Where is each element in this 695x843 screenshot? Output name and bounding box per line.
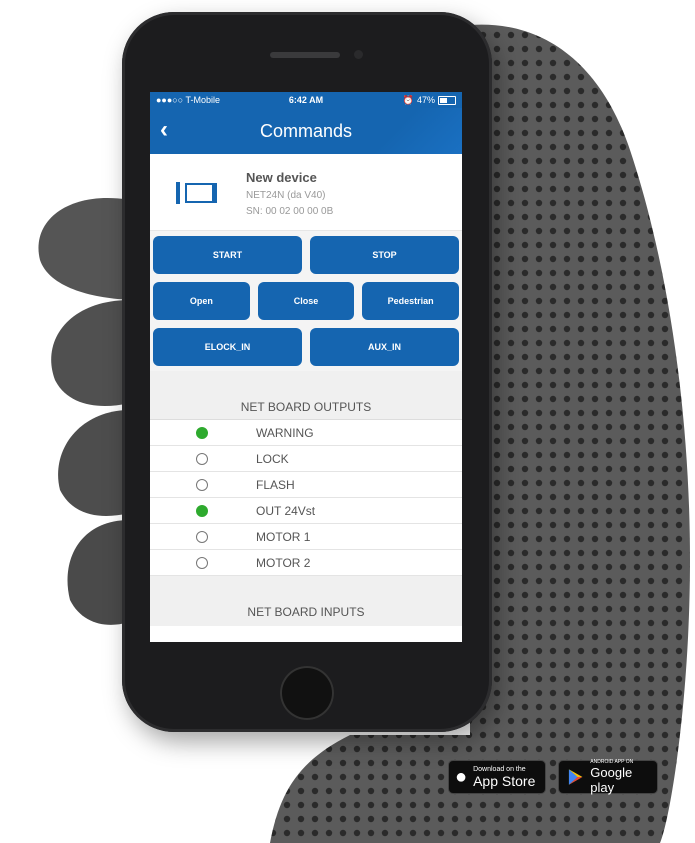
aux-in-button[interactable]: AUX_IN <box>310 328 459 366</box>
start-button[interactable]: START <box>153 236 302 274</box>
command-buttons: START STOP Open Close Pedestrian ELOCK_I… <box>150 231 462 371</box>
apple-icon: ● <box>455 765 468 788</box>
app-store-big-text: App Store <box>473 772 536 789</box>
app-screen: ●●●○○ T-Mobile 6:42 AM ⏰ 47% ‹ Commands … <box>150 92 462 642</box>
front-camera <box>354 50 363 59</box>
output-item-motor1: MOTOR 1 <box>150 524 462 550</box>
output-label: FLASH <box>256 477 295 492</box>
google-play-icon <box>568 769 583 785</box>
battery-icon <box>438 95 456 105</box>
gate-device-icon <box>176 182 217 204</box>
output-item-motor2: MOTOR 2 <box>150 550 462 576</box>
google-play-big-text: Google play <box>590 765 633 795</box>
outputs-list: WARNING LOCK FLASH OUT 24Vst MOTOR 1 MOT… <box>150 420 462 576</box>
device-name: New device <box>246 170 317 185</box>
clock: 6:42 AM <box>288 95 324 105</box>
output-item-warning: WARNING <box>150 420 462 446</box>
status-bar: ●●●○○ T-Mobile 6:42 AM ⏰ 47% <box>150 92 462 108</box>
status-indicator-icon <box>196 452 208 465</box>
output-label: MOTOR 2 <box>256 555 311 570</box>
output-label: WARNING <box>256 425 314 440</box>
output-item-out24vst: OUT 24Vst <box>150 498 462 524</box>
google-play-badge[interactable]: ANDROID APP ON Google play <box>558 759 658 795</box>
alarm-icon: ⏰ <box>402 94 414 105</box>
output-label: LOCK <box>256 451 289 466</box>
nav-bar: ‹ Commands <box>150 108 462 154</box>
status-indicator-icon <box>196 530 208 543</box>
output-label: MOTOR 1 <box>256 529 311 544</box>
carrier-label: ●●●○○ T-Mobile <box>156 95 221 105</box>
status-indicator-icon <box>196 426 208 439</box>
output-item-lock: LOCK <box>150 446 462 472</box>
earpiece-speaker <box>270 52 340 58</box>
output-item-flash: FLASH <box>150 472 462 498</box>
device-serial: SN: 00 02 00 00 0B <box>246 206 334 217</box>
status-indicator-icon <box>196 556 208 569</box>
elock-in-button[interactable]: ELOCK_IN <box>153 328 302 366</box>
home-button[interactable] <box>280 666 334 720</box>
app-store-badge[interactable]: ● Download on the App Store <box>448 760 546 794</box>
status-indicator-icon <box>196 478 208 491</box>
app-store-small-text: Download on the <box>473 765 526 773</box>
device-card: New device NET24N (da V40) SN: 00 02 00 … <box>150 154 462 231</box>
output-label: OUT 24Vst <box>256 503 316 518</box>
battery-percent: 47% <box>416 95 435 105</box>
open-button[interactable]: Open <box>153 282 250 320</box>
status-indicator-icon <box>196 504 208 517</box>
pedestrian-button[interactable]: Pedestrian <box>362 282 460 320</box>
outputs-section-title: NET BOARD OUTPUTS <box>150 371 462 420</box>
inputs-section-title: NET BOARD INPUTS <box>150 576 462 626</box>
device-model: NET24N (da V40) <box>246 190 326 201</box>
page-title: Commands <box>259 121 353 141</box>
close-button[interactable]: Close <box>257 282 355 320</box>
stop-button[interactable]: STOP <box>310 236 459 274</box>
